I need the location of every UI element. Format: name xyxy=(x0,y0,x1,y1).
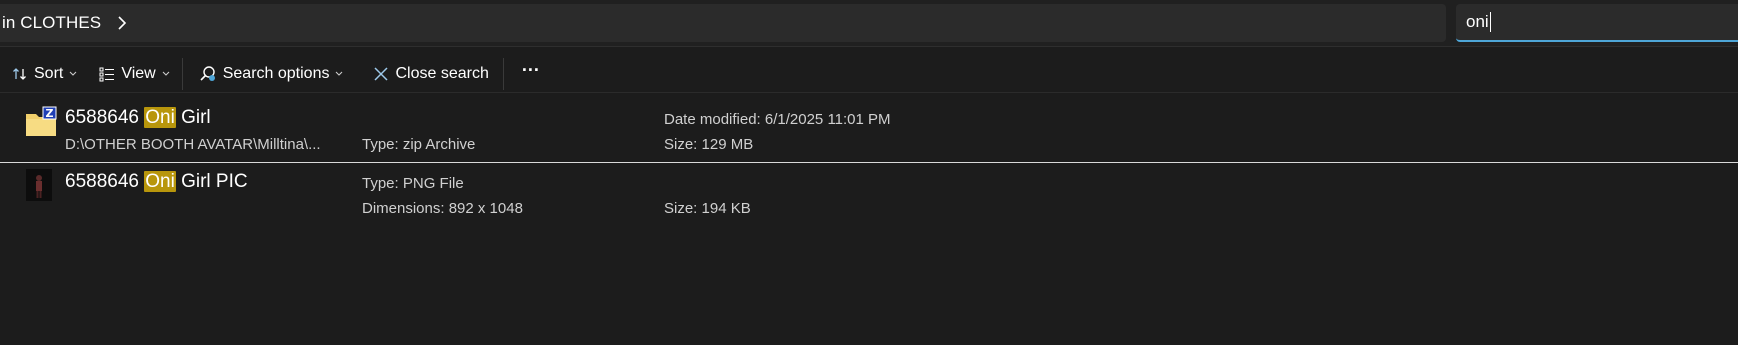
chevron-down-icon xyxy=(162,71,170,77)
svg-text:Z: Z xyxy=(46,107,54,120)
file-type: Type: PNG File xyxy=(362,175,464,192)
view-list-icon xyxy=(99,66,115,82)
search-options-button[interactable]: Search options xyxy=(193,58,350,90)
search-options-label: Search options xyxy=(222,65,330,82)
file-path: D:\OTHER BOOTH AVATAR\Milltina\... xyxy=(65,136,321,153)
search-input[interactable]: oni xyxy=(1456,4,1738,42)
search-query[interactable]: oni xyxy=(1466,12,1489,32)
more-options-icon: ··· xyxy=(521,59,540,80)
name-prefix: 6588646 xyxy=(65,171,145,192)
zip-folder-icon: Z xyxy=(25,106,57,138)
close-search-button[interactable]: Close search xyxy=(367,58,494,90)
chevron-down-icon xyxy=(335,71,343,77)
search-match-highlight: Oni xyxy=(144,171,176,192)
chevron-right-icon[interactable] xyxy=(115,16,129,30)
sort-label: Sort xyxy=(34,65,64,82)
result-row-png[interactable]: 6588646 Oni Girl PIC Type: PNG File Dime… xyxy=(0,165,1738,227)
toolbar-divider xyxy=(0,92,1738,93)
date-modified: Date modified: 6/1/2025 11:01 PM xyxy=(664,111,891,128)
name-prefix: 6588646 xyxy=(65,107,145,128)
view-button[interactable]: View xyxy=(93,58,175,90)
address-bar-area: in CLOTHES oni xyxy=(0,0,1738,46)
close-search-label: Close search xyxy=(395,65,489,82)
file-name[interactable]: 6588646 Oni Girl xyxy=(65,107,211,129)
sort-button[interactable]: Sort xyxy=(6,58,83,90)
image-thumbnail-icon xyxy=(26,169,52,201)
result-row-zip[interactable]: Z 6588646 Oni Girl D:\OTHER BOOTH AVATAR… xyxy=(0,100,1738,163)
name-suffix: Girl xyxy=(175,107,211,128)
search-match-highlight: Oni xyxy=(144,107,176,128)
toolbar-separator xyxy=(181,58,183,90)
close-icon xyxy=(373,66,389,82)
search-options-icon xyxy=(199,65,217,83)
file-size: Size: 129 MB xyxy=(664,136,754,153)
more-options-button[interactable]: ··· xyxy=(516,54,546,94)
toolbar-separator xyxy=(502,58,504,90)
file-name[interactable]: 6588646 Oni Girl PIC xyxy=(65,171,248,193)
chevron-down-icon xyxy=(69,71,77,77)
sort-icon xyxy=(12,66,28,82)
command-bar: Sort View Search options Close search ··… xyxy=(0,53,1738,95)
file-type: Type: zip Archive xyxy=(362,136,476,153)
header-divider xyxy=(0,46,1738,47)
image-dimensions: Dimensions: 892 x 1048 xyxy=(362,200,523,217)
file-size: Size: 194 KB xyxy=(664,200,751,217)
breadcrumb-current[interactable]: in CLOTHES xyxy=(2,13,101,33)
view-label: View xyxy=(121,65,156,82)
breadcrumb[interactable]: in CLOTHES xyxy=(0,4,1446,42)
text-caret xyxy=(1489,12,1491,32)
name-suffix: Girl PIC xyxy=(175,171,248,192)
